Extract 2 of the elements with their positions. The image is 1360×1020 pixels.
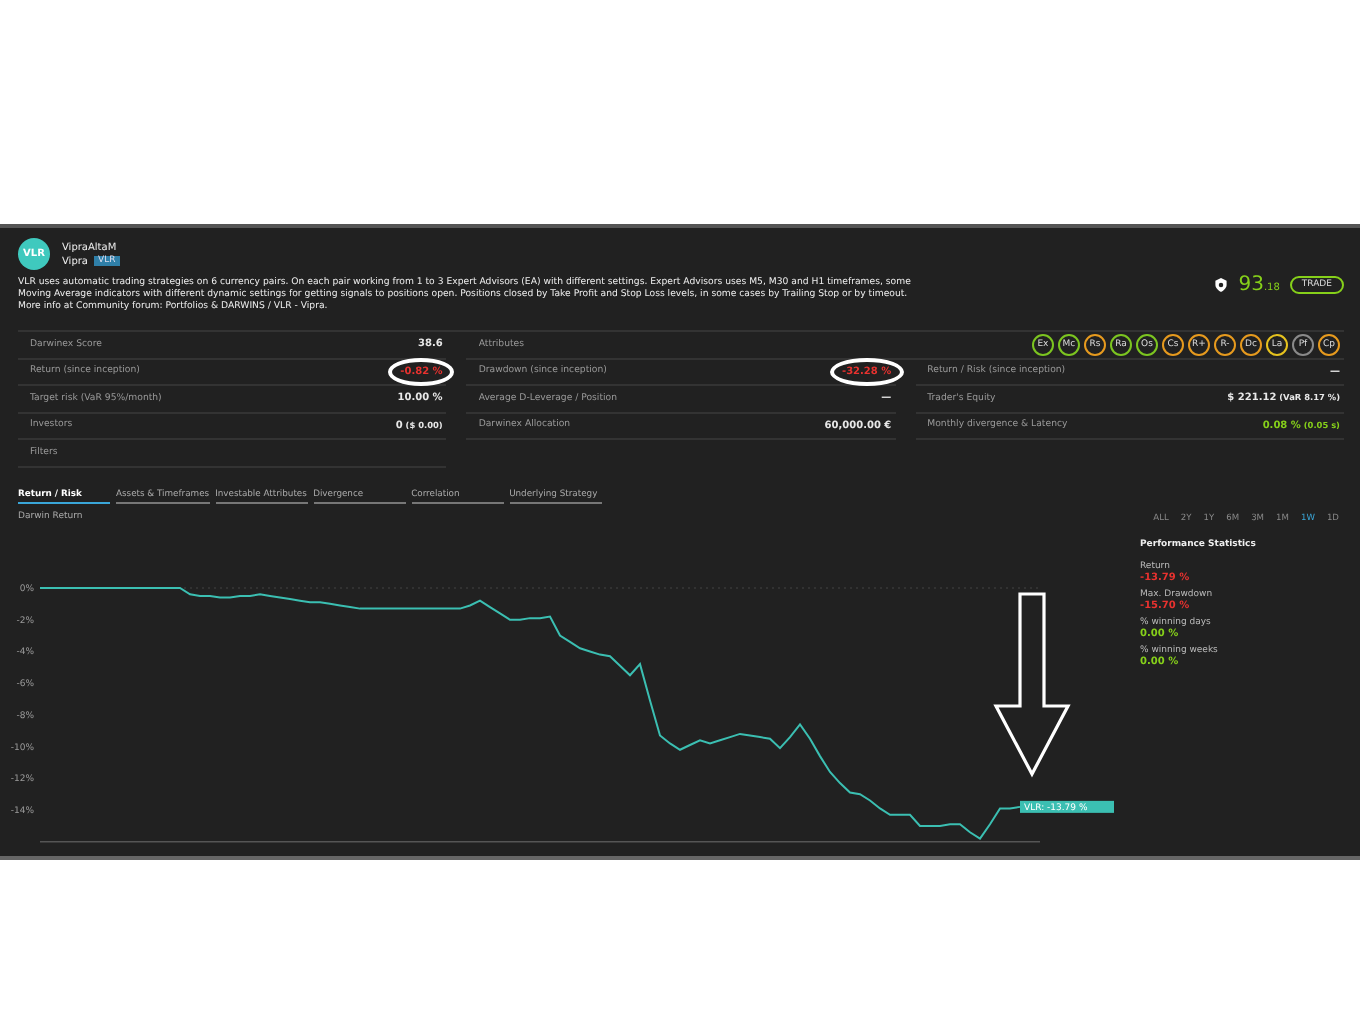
shield-icon [1214, 278, 1229, 292]
down-arrow-icon [993, 591, 1071, 777]
